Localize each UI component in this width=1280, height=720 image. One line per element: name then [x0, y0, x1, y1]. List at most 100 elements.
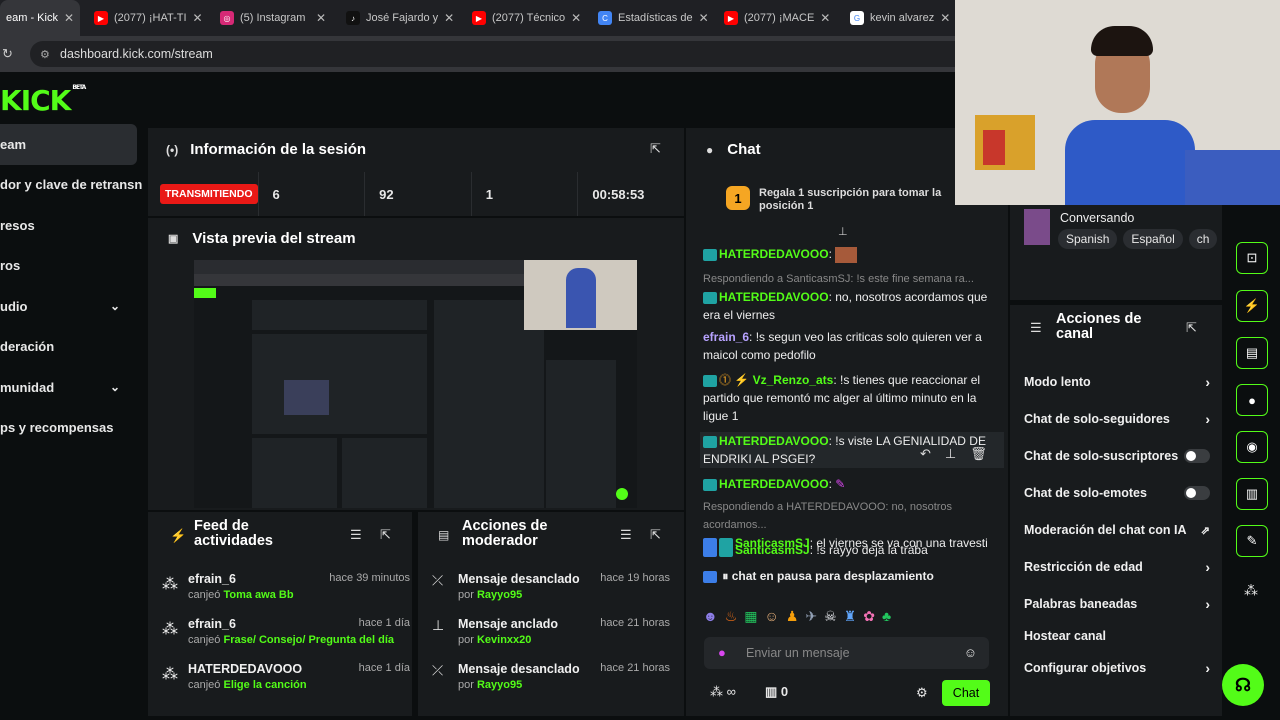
chat-user[interactable]: SanticasmSJ [735, 543, 810, 557]
tab-youtube[interactable]: ▶ (2077) ¡HAT-TI ✕ [88, 0, 206, 36]
chat-send-button[interactable]: Chat [942, 680, 990, 706]
reply-icon[interactable]: ↶ [920, 446, 931, 466]
close-icon[interactable]: ✕ [64, 11, 74, 25]
layout-icon[interactable]: ▥ [1236, 478, 1268, 510]
action-slow-mode[interactable]: Modo lento › [1024, 372, 1210, 392]
screenshot-icon[interactable]: ⊡ [1236, 242, 1268, 274]
bolt-icon[interactable]: ⚡ [1236, 290, 1268, 322]
mod-user[interactable]: Rayyo95 [477, 589, 522, 601]
action-host-channel[interactable]: Hostear canal [1024, 626, 1210, 646]
panel-title: Feed de actividades [194, 518, 273, 549]
chat-user[interactable]: HATERDEDAVOOO [719, 290, 829, 304]
chat-input[interactable]: ● Enviar un mensaje ☺ [704, 637, 989, 669]
action-subs-only[interactable]: Chat de solo-suscriptores [1024, 446, 1210, 466]
kick-logo[interactable]: KICK BETA [0, 84, 86, 117]
pin-icon[interactable]: ⊥ [838, 225, 848, 238]
mod-user[interactable]: Kevinxx20 [477, 634, 531, 646]
sidebar-item-audio[interactable]: udio ⌄ [0, 286, 146, 327]
site-info-icon[interactable]: ⚙ [40, 48, 50, 61]
tag[interactable]: Español [1123, 229, 1183, 249]
document-icon[interactable]: ▤ [1236, 337, 1268, 369]
tab-instagram[interactable]: ◎ (5) Instagram ✕ [214, 0, 332, 36]
action-followers-only[interactable]: Chat de solo-seguidores › [1024, 409, 1210, 429]
close-icon[interactable]: ✕ [316, 11, 326, 25]
tag[interactable]: Spanish [1058, 229, 1118, 249]
chat-bubble-icon[interactable]: ● [1236, 384, 1268, 416]
action-emotes-only[interactable]: Chat de solo-emotes [1024, 483, 1210, 503]
tab-tiktok[interactable]: ♪ José Fajardo y ✕ [340, 0, 458, 36]
chat-user[interactable]: HATERDEDAVOOO [719, 477, 829, 491]
popout-icon[interactable]: ⇱ [1186, 320, 1197, 336]
emote-icon[interactable]: ✈ [805, 608, 817, 632]
popout-icon[interactable]: ⇱ [380, 527, 391, 543]
close-icon[interactable]: ✕ [571, 11, 581, 25]
sidebar-item-other[interactable]: ros [0, 246, 146, 287]
tab-youtube[interactable]: ▶ (2077) ¡MACE ✕ [718, 0, 836, 36]
close-icon[interactable]: ✕ [940, 11, 950, 25]
chest-counter[interactable]: ▥ 0 [765, 684, 788, 700]
feed-user[interactable]: HATERDEDAVOOO [188, 662, 302, 676]
gift-banner[interactable]: Regala 1 suscripción para tomar la posic… [759, 187, 964, 213]
emote-icon[interactable]: ☻ [703, 608, 718, 632]
close-icon[interactable]: ✕ [820, 11, 830, 25]
more-icon[interactable]: ⁂ [1244, 582, 1258, 599]
support-button[interactable]: ☊ [1222, 664, 1264, 706]
tag[interactable]: ch [1188, 229, 1218, 249]
action-ai-moderation[interactable]: Moderación del chat con IA ⇗ [1024, 520, 1210, 540]
chat-user[interactable]: HATERDEDAVOOO [719, 434, 829, 448]
category-name[interactable]: Conversando [1060, 211, 1134, 225]
close-icon[interactable]: ✕ [444, 11, 454, 25]
popout-icon[interactable]: ⇱ [650, 527, 661, 543]
tab-google[interactable]: Gkevin alvarez ✕ [844, 0, 956, 36]
emote-icon[interactable]: ▦ [744, 608, 757, 632]
emote-icon[interactable]: ♣ [882, 608, 891, 632]
tab-youtube[interactable]: ▶ (2077) Técnico ✕ [466, 0, 584, 36]
action-age-restriction[interactable]: Restricción de edad › [1024, 557, 1210, 577]
tab-stats[interactable]: C Estadísticas de ✕ [592, 0, 710, 36]
reload-icon[interactable]: ↻ [2, 46, 13, 62]
chat-user[interactable]: Vz_Renzo_ats [753, 373, 834, 387]
sidebar-item-community[interactable]: munidad ⌄ [0, 367, 146, 408]
chat-paused-notice[interactable]: ⏸ chat en pausa para desplazamiento [703, 567, 993, 585]
sidebar-item-stream-key[interactable]: dor y clave de retransn [0, 165, 146, 206]
emoji-icon[interactable]: ☺ [964, 645, 977, 660]
tab-kick[interactable]: eam - Kick ✕ [0, 0, 80, 36]
users-icon[interactable]: ⁂ ∞ [710, 684, 736, 700]
chat-user[interactable]: HATERDEDAVOOO [719, 247, 829, 261]
toggle-switch[interactable] [1184, 486, 1210, 500]
close-icon[interactable]: ✕ [699, 11, 709, 25]
mod-user[interactable]: Rayyo95 [477, 679, 522, 691]
stream-preview-video[interactable] [194, 260, 637, 508]
toggle-switch[interactable] [1184, 449, 1210, 463]
sidebar-item-stream[interactable]: eam [0, 124, 137, 165]
sidebar-item-moderation[interactable]: deración [0, 327, 146, 368]
emote-icon[interactable]: ☺ [765, 608, 779, 632]
sidebar-item-rewards[interactable]: ps y recompensas [0, 408, 146, 449]
background-object [983, 130, 1005, 165]
emote-icon[interactable]: ✿ [863, 608, 875, 632]
action-banned-words[interactable]: Palabras baneadas › [1024, 594, 1210, 614]
emote-icon[interactable]: ♨ [725, 608, 738, 632]
emote-bar: ☻ ♨ ▦ ☺ ♟ ✈ ☠ ♜ ✿ ♣ [703, 608, 993, 632]
broadcast-icon[interactable]: ◉ [1236, 431, 1268, 463]
close-icon[interactable]: ✕ [193, 11, 203, 25]
action-set-goals[interactable]: Configurar objetivos › [1024, 658, 1210, 678]
filter-icon[interactable]: ☰ [620, 527, 632, 543]
chat-user[interactable]: efrain_6 [703, 330, 749, 344]
session-stats: TRANSMITIENDO 6 92 1 00:58:53 [148, 172, 684, 216]
emote-icon[interactable]: ♟ [786, 608, 799, 632]
wrench-icon[interactable]: ✎ [1236, 525, 1268, 557]
chevron-down-icon: ⌄ [110, 380, 121, 395]
emote-icon[interactable]: ☠ [824, 608, 837, 632]
popout-icon[interactable]: ⇱ [650, 141, 661, 157]
emote-icon[interactable]: ♜ [844, 608, 857, 632]
preview-inner-video [284, 380, 329, 415]
sidebar-item-earnings[interactable]: resos [0, 205, 146, 246]
pin-icon[interactable]: ⊥ [945, 446, 956, 466]
gear-icon[interactable]: ⚙ [916, 685, 928, 701]
feed-user[interactable]: efrain_6 [188, 617, 236, 631]
panel-title: Vista previa del stream [192, 230, 356, 247]
filter-icon[interactable]: ☰ [350, 527, 362, 543]
trash-icon[interactable]: 🗑 [970, 446, 987, 466]
feed-user[interactable]: efrain_6 [188, 572, 236, 586]
